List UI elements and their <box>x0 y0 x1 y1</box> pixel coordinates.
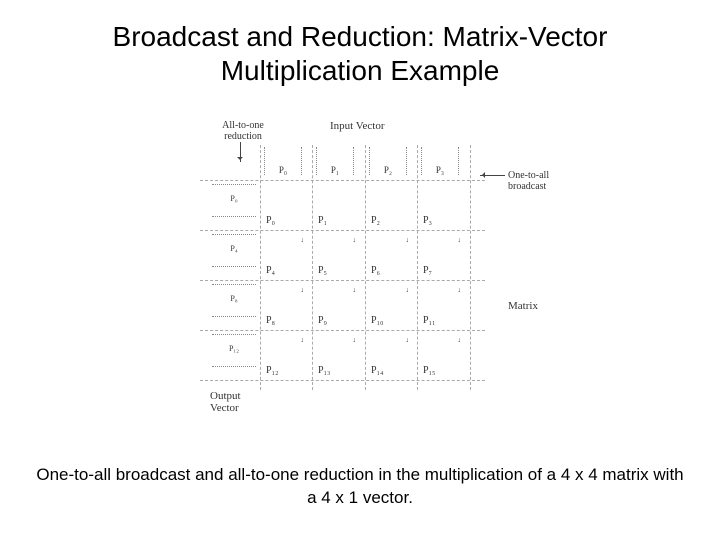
proc-label: P₁₃ <box>318 365 331 376</box>
output-vector-cell: P₀ <box>212 178 256 222</box>
proc-label: P₉ <box>318 315 327 326</box>
input-vector-cell: P₃ <box>417 147 463 175</box>
proc-label: P₈ <box>214 294 254 303</box>
output-vector-cell: P₄ <box>212 228 256 272</box>
proc-label: P₆ <box>371 265 380 276</box>
down-arrow-icon: ↓ <box>406 286 410 294</box>
down-arrow-icon: ↓ <box>301 336 305 344</box>
input-vector-row: P₀ P₁ P₂ P₃ <box>257 147 473 175</box>
proc-cell: ↓ P₁₁ <box>417 280 469 330</box>
output-vector-cell: P₈ <box>212 278 256 322</box>
proc-label: P₃ <box>423 215 432 226</box>
down-arrow-icon: ↓ <box>406 336 410 344</box>
proc-label: P₇ <box>423 265 432 276</box>
proc-cell: P₀ <box>260 180 312 230</box>
grid-vline <box>470 145 471 390</box>
proc-label: P₁₀ <box>371 315 384 326</box>
proc-label: P₁₂ <box>266 365 279 376</box>
input-vector-cell: P₁ <box>312 147 358 175</box>
proc-cell: ↓ P₄ <box>260 230 312 280</box>
down-arrow-icon: ↓ <box>458 336 462 344</box>
proc-label: P₂ <box>365 165 411 175</box>
proc-label: P₀ <box>266 215 275 226</box>
input-vector-cell: P₂ <box>365 147 411 175</box>
label-output-vector: Output Vector <box>210 390 241 414</box>
proc-label: P₀ <box>260 165 306 175</box>
proc-label: P₄ <box>266 265 275 276</box>
label-reduction: All-to-one reduction <box>208 120 278 142</box>
proc-cell: P₃ <box>417 180 469 230</box>
label-input-vector: Input Vector <box>330 120 384 132</box>
proc-cell: ↓ P₆ <box>365 230 417 280</box>
proc-cell: ↓ P₉ <box>312 280 364 330</box>
proc-cell: P₁ <box>312 180 364 230</box>
processor-grid: P₀ P₁ P₂ P₃ P₀ P₄ P₈ P₁₂ P₀ P₁ P₂ P₃ ↓P₄… <box>260 180 470 380</box>
diagram: All-to-one reduction Input Vector One-to… <box>140 120 580 420</box>
proc-label: P₁₅ <box>423 365 436 376</box>
page-title: Broadcast and Reduction: Matrix-Vector M… <box>0 0 720 97</box>
down-arrow-icon: ↓ <box>406 236 410 244</box>
proc-cell: P₂ <box>365 180 417 230</box>
label-matrix: Matrix <box>508 300 538 312</box>
proc-label: P₄ <box>214 244 254 253</box>
down-arrow-icon: ↓ <box>353 236 357 244</box>
down-arrow-icon: ↓ <box>301 286 305 294</box>
output-vector-col: P₀ P₄ P₈ P₁₂ <box>212 175 256 385</box>
proc-cell: ↓ P₈ <box>260 280 312 330</box>
down-arrow-icon: ↓ <box>353 336 357 344</box>
down-arrow-icon: ↓ <box>301 236 305 244</box>
output-vector-cell: P₁₂ <box>212 328 256 372</box>
proc-cell: ↓ P₁₀ <box>365 280 417 330</box>
proc-cell: ↓ P₁₃ <box>312 330 364 380</box>
proc-label: P₃ <box>417 165 463 175</box>
down-arrow-icon: ↓ <box>458 236 462 244</box>
proc-cell: ↓ P₁₄ <box>365 330 417 380</box>
proc-label: P₈ <box>266 315 275 326</box>
input-vector-cell: P₀ <box>260 147 306 175</box>
arrow-reduction-icon <box>240 142 241 162</box>
proc-cell: ↓ P₁₂ <box>260 330 312 380</box>
slide: Broadcast and Reduction: Matrix-Vector M… <box>0 0 720 540</box>
proc-cell: ↓ P₇ <box>417 230 469 280</box>
proc-label: P₁₄ <box>371 365 384 376</box>
proc-label: P₁ <box>312 165 358 175</box>
proc-label: P₁ <box>318 215 327 226</box>
proc-label: P₅ <box>318 265 327 276</box>
proc-label: P₀ <box>214 194 254 203</box>
label-broadcast: One-to-all broadcast <box>508 170 578 192</box>
down-arrow-icon: ↓ <box>458 286 462 294</box>
proc-cell: ↓ P₁₅ <box>417 330 469 380</box>
down-arrow-icon: ↓ <box>353 286 357 294</box>
proc-label: P₂ <box>371 215 380 226</box>
proc-label: P₁₁ <box>423 315 436 326</box>
proc-cell: ↓ P₅ <box>312 230 364 280</box>
arrow-broadcast-icon <box>480 175 505 176</box>
proc-label: P₁₂ <box>214 344 254 353</box>
caption: One-to-all broadcast and all-to-one redu… <box>30 464 690 510</box>
